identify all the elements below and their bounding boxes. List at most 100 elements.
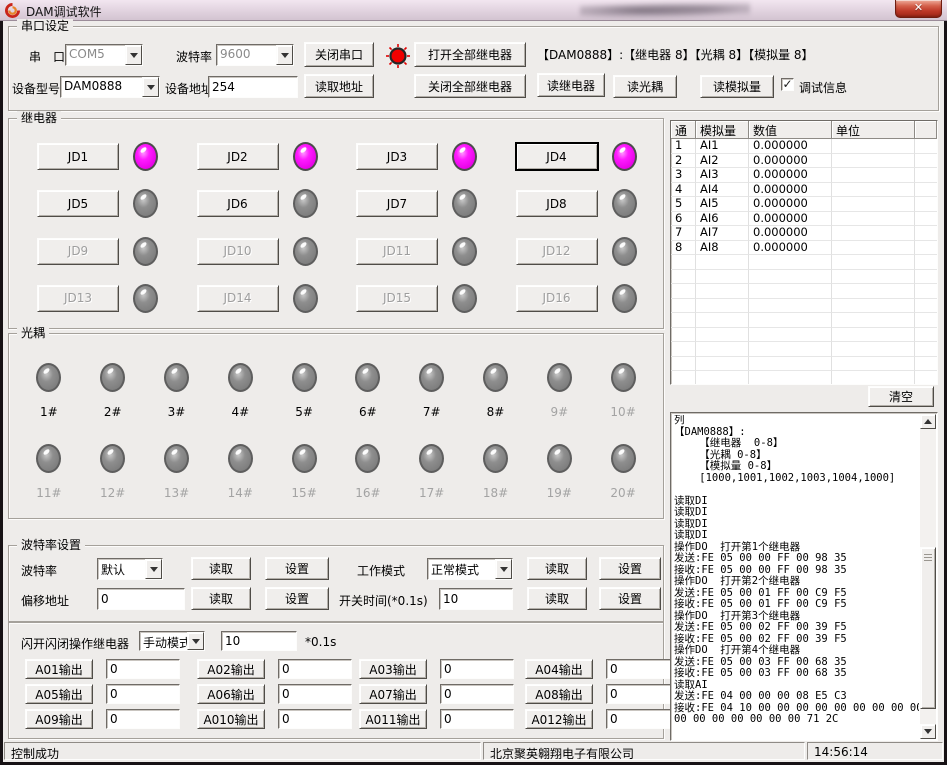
serial-port-select[interactable]: COM5: [65, 44, 143, 66]
opto-cell: 1#: [17, 350, 81, 431]
clear-log-button[interactable]: 清空: [868, 386, 934, 407]
relay-button-jd5[interactable]: JD5: [37, 190, 119, 217]
title-bar[interactable]: DAM调试软件 ✕: [0, 0, 947, 21]
device-addr-input[interactable]: [208, 76, 298, 98]
read-analog-button[interactable]: 读模拟量: [700, 75, 774, 98]
relay-button-jd1[interactable]: JD1: [37, 143, 119, 170]
table-row: 8AI80.000000: [671, 241, 937, 256]
chevron-down-icon[interactable]: [495, 559, 512, 579]
scroll-thumb[interactable]: [920, 547, 936, 709]
a012-output-input[interactable]: [606, 709, 680, 729]
scroll-up-icon[interactable]: [920, 414, 936, 429]
a05-output-input[interactable]: [106, 684, 180, 704]
a08-output-button[interactable]: A08输出: [525, 684, 593, 704]
relay-button-jd8[interactable]: JD8: [516, 190, 598, 217]
relay-button-jd11: JD11: [356, 238, 438, 265]
relay-button-jd3[interactable]: JD3: [356, 143, 438, 170]
offset-addr-input[interactable]: [97, 588, 185, 610]
flash-mode-select[interactable]: 手动模式: [139, 631, 205, 651]
debug-info-label: 调试信息: [799, 79, 847, 96]
device-model-select[interactable]: DAM0888: [60, 76, 160, 98]
baud-set-value: 默认: [98, 559, 145, 579]
flash-time-input[interactable]: [221, 631, 297, 651]
close-serial-button[interactable]: 关闭串口: [304, 42, 374, 67]
status-company: 北京聚英翱翔电子有限公司: [483, 742, 805, 760]
chevron-down-icon[interactable]: [142, 77, 159, 97]
a05-output-button[interactable]: A05输出: [25, 684, 93, 704]
opto-lamp-off: [100, 363, 125, 392]
workmode-value: 正常模式: [428, 559, 495, 579]
relay-lamp-off: [452, 189, 477, 218]
a011-output-input[interactable]: [440, 709, 514, 729]
close-all-relays-button[interactable]: 关闭全部继电器: [414, 74, 526, 98]
a011-output-button[interactable]: A011输出: [359, 709, 427, 729]
relay-lamp-off: [293, 237, 318, 266]
workmode-set-button[interactable]: 设置: [599, 557, 661, 580]
debug-log-panel[interactable]: 列 【DAM0888】: 【继电器 0-8】 【光耦 0-8】 【模拟量 0-8…: [670, 412, 938, 741]
a010-output-button[interactable]: A010输出: [197, 709, 265, 729]
a02-output-button[interactable]: A02输出: [197, 659, 265, 679]
relay-button-jd6[interactable]: JD6: [197, 190, 279, 217]
close-button[interactable]: ✕: [895, 0, 942, 18]
opto-group-title: 光耦: [17, 326, 49, 340]
a012-output-button[interactable]: A012输出: [525, 709, 593, 729]
scroll-down-icon[interactable]: [920, 724, 936, 739]
scroll-track[interactable]: [920, 429, 936, 724]
a09-output-input[interactable]: [106, 709, 180, 729]
switch-read-button[interactable]: 读取: [527, 587, 587, 610]
baud-settings-group: 波特率设置 波特率 默认 读取 设置 工作模式 正常模式 读取 设置 偏移地址 …: [8, 545, 664, 622]
a01-output-input[interactable]: [106, 659, 180, 679]
device-addr-label: 设备地址: [165, 80, 213, 97]
read-addr-button[interactable]: 读取地址: [304, 74, 374, 98]
chevron-down-icon[interactable]: [276, 45, 293, 65]
opto-cell: 6#: [336, 350, 400, 431]
chevron-down-icon[interactable]: [187, 632, 204, 650]
opto-lamp-off: [611, 363, 636, 392]
chevron-down-icon[interactable]: [125, 45, 142, 65]
relay-cell: JD4: [496, 142, 656, 171]
relay-cell: JD12: [496, 237, 656, 266]
baud-read-button[interactable]: 读取: [191, 557, 251, 580]
log-scrollbar[interactable]: [920, 414, 936, 739]
chevron-down-icon[interactable]: [145, 559, 162, 579]
open-all-relays-button[interactable]: 打开全部继电器: [414, 42, 526, 67]
offset-read-button[interactable]: 读取: [191, 587, 251, 610]
switch-set-button[interactable]: 设置: [599, 587, 661, 610]
relay-button-jd2[interactable]: JD2: [197, 143, 279, 170]
baud-select[interactable]: 9600: [216, 44, 294, 66]
opto-cell: 16#: [336, 431, 400, 512]
a04-output-button[interactable]: A04输出: [525, 659, 593, 679]
switch-time-input[interactable]: [439, 588, 513, 610]
col-header-unit: 单位: [832, 121, 915, 139]
read-opto-button[interactable]: 读光耦: [613, 75, 677, 98]
table-row-empty: [671, 313, 937, 328]
debug-info-checkbox[interactable]: ✓: [781, 78, 794, 91]
debug-log-text[interactable]: 列 【DAM0888】: 【继电器 0-8】 【光耦 0-8】 【模拟量 0-8…: [674, 415, 919, 738]
workmode-select[interactable]: 正常模式: [427, 558, 513, 580]
relay-group: 继电器 JD1 JD2 JD3 JD4 JD5 JD6 JD7 JD8 JD9 …: [8, 118, 664, 329]
opto-cell: 3#: [145, 350, 209, 431]
device-info-text: 【DAM0888】:【继电器 8】【光耦 8】【模拟量 8】: [537, 46, 814, 63]
a04-output-input[interactable]: [606, 659, 680, 679]
opto-cell: 2#: [81, 350, 145, 431]
a010-output-input[interactable]: [278, 709, 352, 729]
a07-output-button[interactable]: A07输出: [359, 684, 427, 704]
relay-button-jd4[interactable]: JD4: [516, 143, 598, 170]
workmode-read-button[interactable]: 读取: [527, 557, 587, 580]
a06-output-input[interactable]: [278, 684, 352, 704]
baud-set-button[interactable]: 设置: [265, 557, 329, 580]
baud-set-select[interactable]: 默认: [97, 558, 163, 580]
a08-output-input[interactable]: [606, 684, 680, 704]
a02-output-input[interactable]: [278, 659, 352, 679]
relay-button-jd7[interactable]: JD7: [356, 190, 438, 217]
a03-output-button[interactable]: A03输出: [359, 659, 427, 679]
analog-table-header: 通 模拟量 数值 单位: [671, 121, 937, 139]
a06-output-button[interactable]: A06输出: [197, 684, 265, 704]
offset-set-button[interactable]: 设置: [265, 587, 329, 610]
a01-output-button[interactable]: A01输出: [25, 659, 93, 679]
flash-time-unit: *0.1s: [305, 635, 336, 649]
read-relay-button[interactable]: 读继电器: [537, 73, 605, 97]
a03-output-input[interactable]: [440, 659, 514, 679]
a07-output-input[interactable]: [440, 684, 514, 704]
a09-output-button[interactable]: A09输出: [25, 709, 93, 729]
